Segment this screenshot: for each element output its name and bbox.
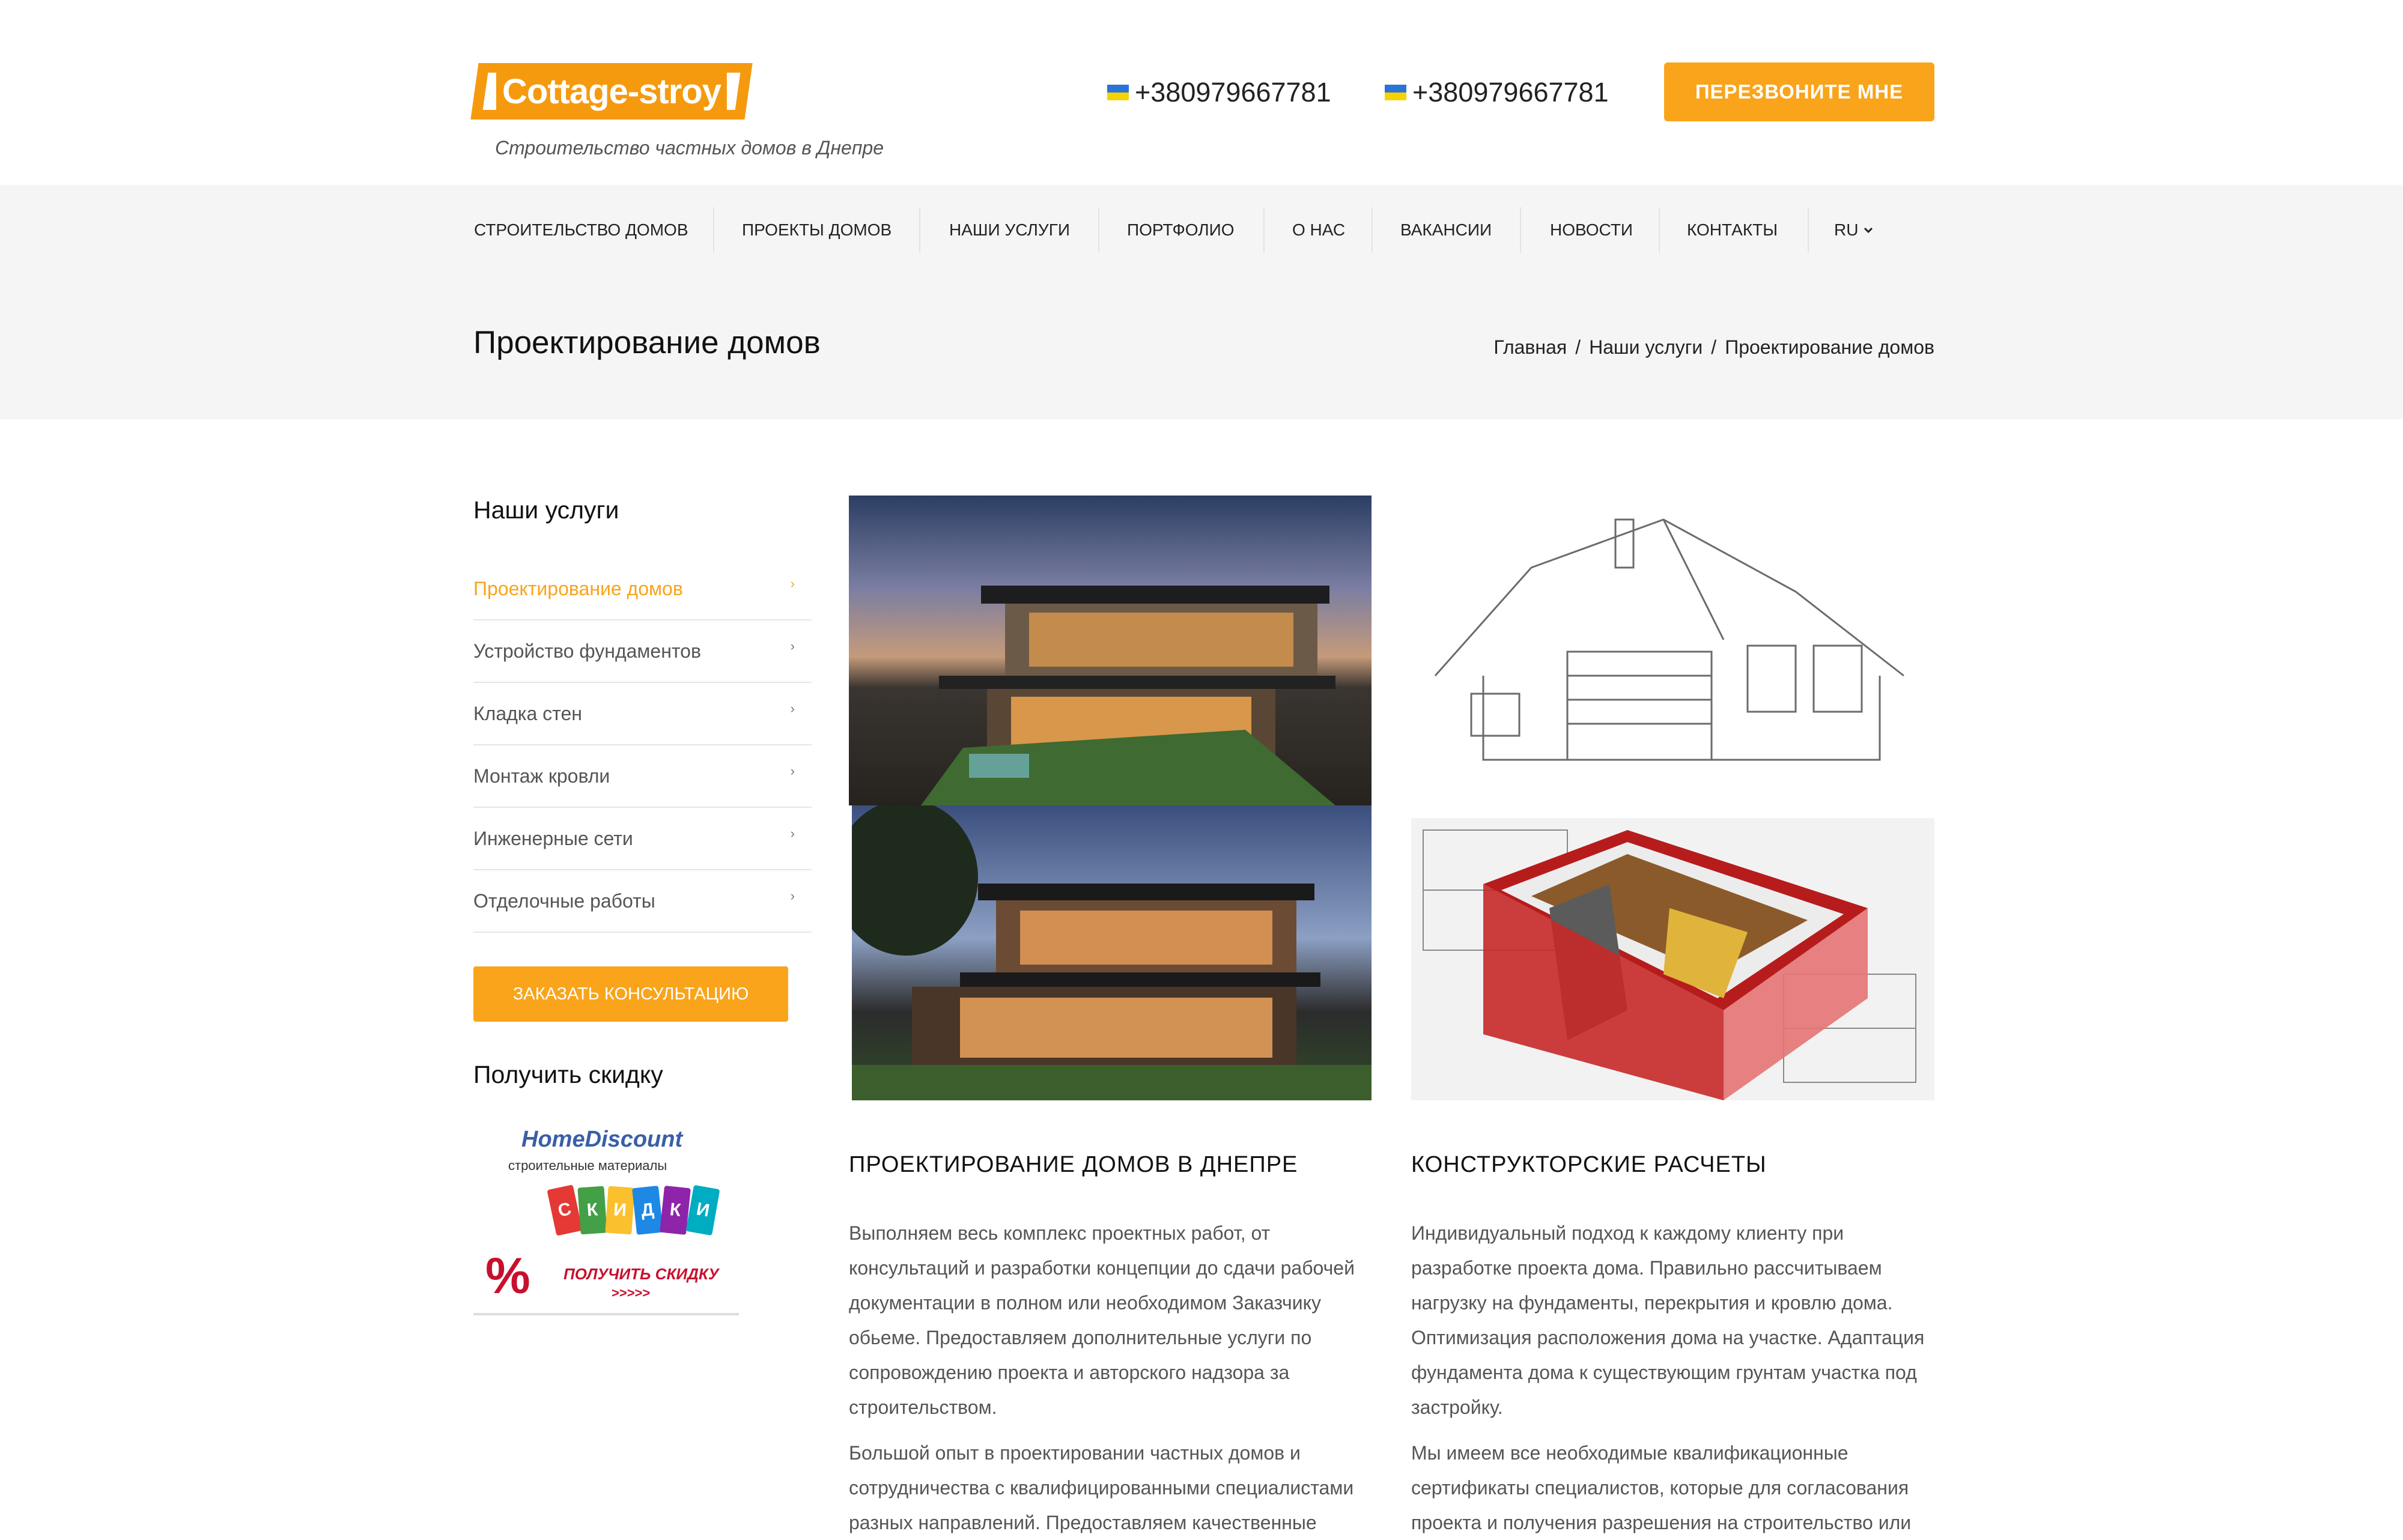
sidebar-item-masonry[interactable]: Кладка стен › xyxy=(473,683,812,745)
page-title: Проектирование домов xyxy=(473,325,821,360)
sidebar-item-engineering[interactable]: Инженерные сети › xyxy=(473,808,812,870)
breadcrumb-separator: / xyxy=(1575,336,1581,358)
banner-cta: ПОЛУЧИТЬ СКИДКУ xyxy=(564,1265,719,1283)
breadcrumb-separator: / xyxy=(1711,336,1717,358)
col2-paragraph: Индивидуальный подход к каждому клиенту … xyxy=(1411,1222,1925,1418)
banner-tags: С К И Д К И xyxy=(547,1181,720,1247)
nav-item-portfolio[interactable]: ПОРТФОЛИО xyxy=(1127,185,1235,275)
sidebar-item-label: Монтаж кровли xyxy=(473,765,610,787)
phone-number: +380979667781 xyxy=(1135,77,1331,108)
chevron-right-icon: › xyxy=(790,638,795,653)
callback-button[interactable]: ПЕРЕЗВОНИТЕ МНЕ xyxy=(1664,62,1934,121)
chevron-right-icon: › xyxy=(790,763,795,778)
nav-divider xyxy=(1263,207,1265,253)
phone-link-2[interactable]: +380979667781 xyxy=(1385,74,1609,111)
nav-divider xyxy=(919,207,920,253)
banner-tag: К xyxy=(577,1186,607,1235)
discount-banner[interactable]: HomeDiscount строительные материалы С К … xyxy=(473,1121,739,1315)
chevron-right-icon: › xyxy=(790,826,795,841)
ukraine-flag-icon xyxy=(1385,85,1406,100)
site-tagline: Строительство частных домов в Днепре xyxy=(495,137,884,159)
house-illustration xyxy=(852,805,1372,1100)
sidebar-item-label: Инженерные сети xyxy=(473,827,633,849)
photo-3d-floor-plan xyxy=(1411,818,1934,1100)
nav-divider xyxy=(1520,207,1521,253)
photo-modern-villa-sunset xyxy=(849,496,1372,805)
chevron-down-icon xyxy=(1864,227,1873,234)
breadcrumb-services[interactable]: Наши услуги xyxy=(1589,336,1703,359)
col1-heading: ПРОЕКТИРОВАНИЕ ДОМОВ В ДНЕПРЕ xyxy=(849,1152,1298,1177)
banner-tag: И xyxy=(685,1184,720,1236)
nav-item-vacancies[interactable]: ВАКАНСИИ xyxy=(1400,185,1492,275)
breadcrumb: Главная / Наши услуги / Проектирование д… xyxy=(1493,336,1934,359)
sidebar-title: Наши услуги xyxy=(473,496,619,524)
site-header: Cottage-stroy Строительство частных домо… xyxy=(0,0,2403,185)
sidebar-item-roofing[interactable]: Монтаж кровли › xyxy=(473,745,812,808)
chevron-right-icon: › xyxy=(790,888,795,903)
sidebar-item-label: Отделочные работы xyxy=(473,890,655,912)
phone-number: +380979667781 xyxy=(1412,77,1609,108)
main-nav: СТРОИТЕЛЬСТВО ДОМОВ ПРОЕКТЫ ДОМОВ НАШИ У… xyxy=(0,185,2403,275)
col2-heading: КОНСТРУКТОРСКИЕ РАСЧЕТЫ xyxy=(1411,1152,1767,1177)
nav-divider xyxy=(713,207,714,253)
nav-item-contacts[interactable]: КОНТАКТЫ xyxy=(1687,185,1778,275)
language-selector[interactable]: RU xyxy=(1834,185,1874,275)
sketch-illustration xyxy=(1434,518,1904,761)
banner-subtitle: строительные материалы xyxy=(508,1158,667,1173)
chevron-right-icon: › xyxy=(790,701,795,716)
col1-paragraph: Выполняем весь комплекс проектных работ,… xyxy=(849,1222,1355,1418)
col1-paragraph: Большой опыт в проектировании частных до… xyxy=(849,1442,1354,1533)
nav-divider xyxy=(1372,207,1373,253)
language-label: RU xyxy=(1834,220,1859,239)
house-illustration xyxy=(921,586,1335,805)
floorplan-illustration xyxy=(1423,829,1916,1100)
sidebar-item-label: Устройство фундаментов xyxy=(473,640,701,662)
consultation-button[interactable]: ЗАКАЗАТЬ КОНСУЛЬТАЦИЮ xyxy=(473,966,788,1022)
breadcrumb-current: Проектирование домов xyxy=(1725,336,1934,358)
banner-tag: Д xyxy=(632,1185,663,1235)
sidebar-item-design[interactable]: Проектирование домов › xyxy=(473,558,812,620)
banner-brand: HomeDiscount xyxy=(521,1127,683,1152)
nav-divider xyxy=(1098,207,1099,253)
nav-divider xyxy=(1808,207,1809,253)
phone-link-1[interactable]: +380979667781 xyxy=(1107,74,1331,111)
nav-item-about[interactable]: О НАС xyxy=(1292,185,1345,275)
ukraine-flag-icon xyxy=(1107,85,1129,100)
nav-divider xyxy=(1659,207,1660,253)
banner-tag: С xyxy=(547,1184,583,1236)
photo-house-sketch xyxy=(1411,496,1934,775)
logo-text: Cottage-stroy xyxy=(496,71,728,112)
nav-item-construction[interactable]: СТРОИТЕЛЬСТВО ДОМОВ xyxy=(474,185,688,275)
nav-item-projects[interactable]: ПРОЕКТЫ ДОМОВ xyxy=(742,185,892,275)
col2-paragraph: Мы имеем все необходимые квалификационны… xyxy=(1411,1442,1912,1533)
sidebar-item-label: Проектирование домов xyxy=(473,577,683,599)
chevron-right-icon: › xyxy=(790,576,795,591)
site-logo[interactable]: Cottage-stroy xyxy=(470,63,753,120)
nav-item-services[interactable]: НАШИ УСЛУГИ xyxy=(949,185,1070,275)
discount-title: Получить скидку xyxy=(473,1061,663,1088)
sidebar-item-finishing[interactable]: Отделочные работы › xyxy=(473,870,812,933)
banner-tag: И xyxy=(605,1186,635,1235)
breadcrumb-home[interactable]: Главная xyxy=(1493,336,1567,359)
nav-item-news[interactable]: НОВОСТИ xyxy=(1550,185,1633,275)
banner-arrows: >>>>> xyxy=(612,1285,651,1300)
sidebar-item-foundations[interactable]: Устройство фундаментов › xyxy=(473,620,812,683)
photo-modern-house-dusk xyxy=(852,805,1372,1100)
page-title-bar xyxy=(0,275,2403,419)
sidebar-item-label: Кладка стен xyxy=(473,702,582,724)
banner-percent: % xyxy=(485,1247,530,1304)
